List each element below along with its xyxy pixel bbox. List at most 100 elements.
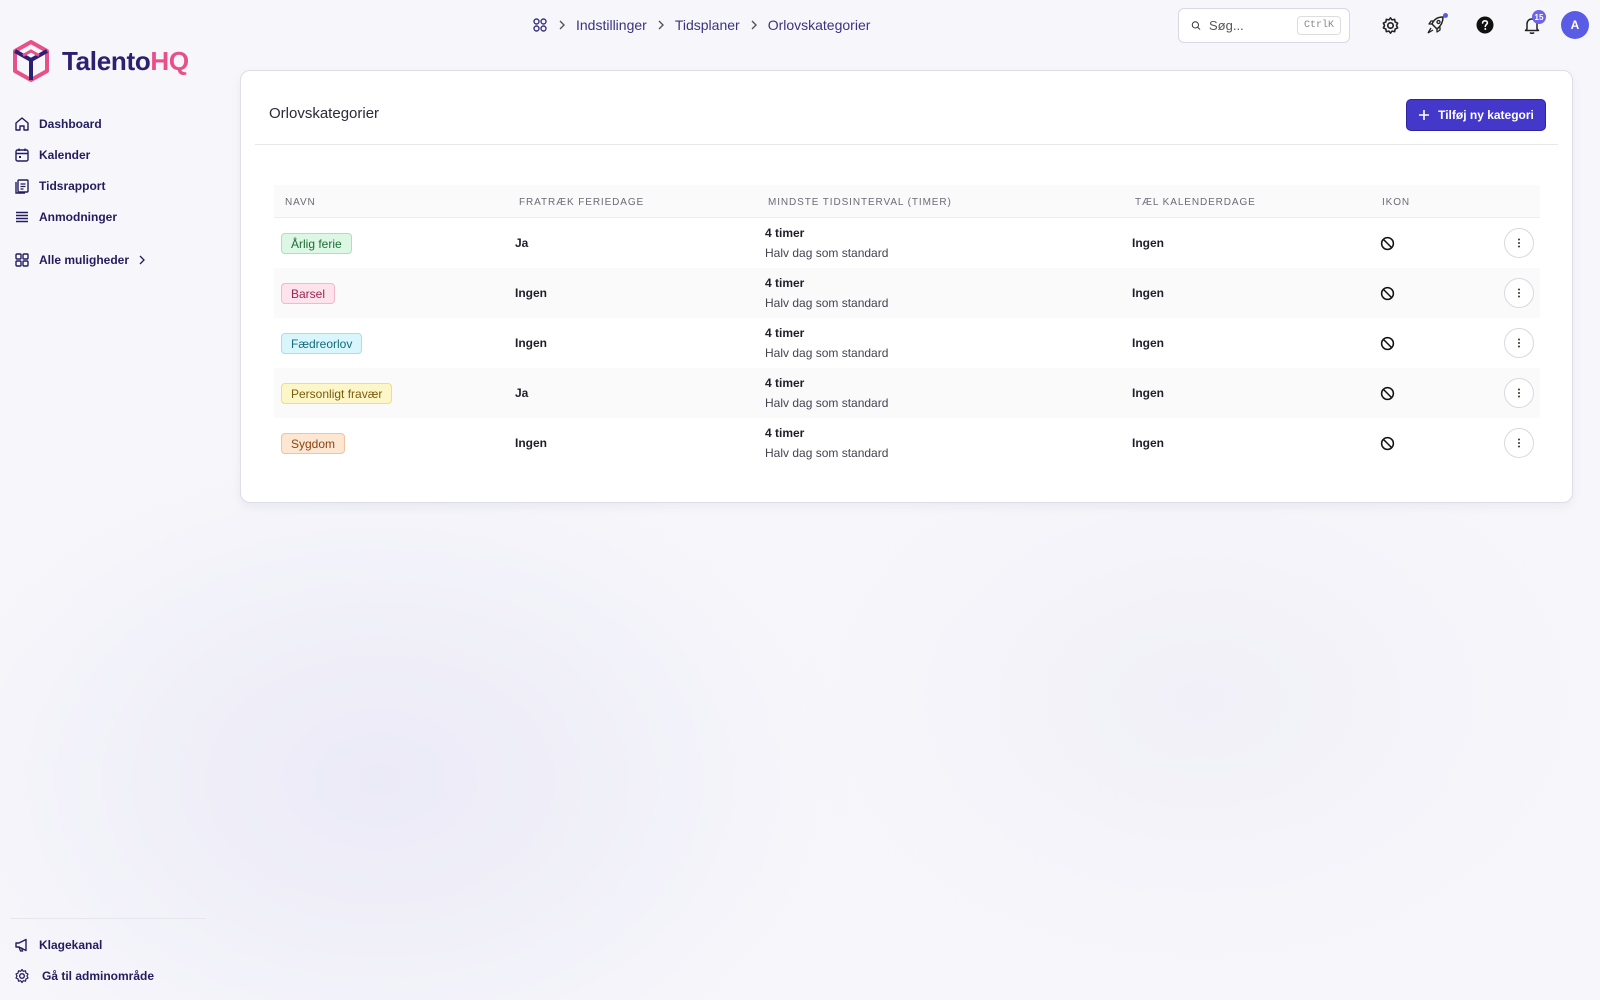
interval-note: Halv dag som standard xyxy=(765,246,889,260)
notification-count-badge: 15 xyxy=(1532,10,1546,24)
category-tag[interactable]: Fædreorlov xyxy=(281,333,363,354)
avatar[interactable]: A xyxy=(1561,11,1589,39)
settings-button[interactable] xyxy=(1378,13,1402,37)
sidebar-item-anmodninger[interactable]: Anmodninger xyxy=(14,201,214,232)
gear-icon xyxy=(15,968,29,983)
breadcrumb-item-current[interactable]: Orlovskategorier xyxy=(768,17,871,33)
category-tag[interactable]: Barsel xyxy=(281,283,336,304)
plus-icon xyxy=(1419,110,1430,120)
clipboard-icon xyxy=(15,178,29,194)
breadcrumb-item-indstillinger[interactable]: Indstillinger xyxy=(576,17,647,33)
logo[interactable]: TalentoHQ xyxy=(12,40,189,82)
category-tag[interactable]: Årlig ferie xyxy=(281,233,352,254)
row-actions-button[interactable] xyxy=(1504,378,1534,408)
search-input[interactable] xyxy=(1208,18,1289,33)
categories-card: Orlovskategorier Tilføj ny kategori NAVN… xyxy=(240,70,1573,503)
sidebar-item-dashboard[interactable]: Dashboard xyxy=(14,108,214,139)
sidebar-item-label: Alle muligheder xyxy=(39,252,130,267)
interval-note: Halv dag som standard xyxy=(765,296,889,310)
no-icon-icon xyxy=(1380,386,1395,401)
add-category-button[interactable]: Tilføj ny kategori xyxy=(1406,99,1546,131)
row-actions-button[interactable] xyxy=(1504,278,1534,308)
no-icon-icon xyxy=(1380,436,1395,451)
interval-note: Halv dag som standard xyxy=(765,346,889,360)
categories-table: NAVN FRATRÆK FERIEDAGE MINDSTE TIDSINTER… xyxy=(274,185,1540,468)
sidebar-item-label: Klagekanal xyxy=(39,937,103,952)
header-navn: NAVN xyxy=(285,197,316,208)
no-icon-icon xyxy=(1380,336,1395,351)
update-dot xyxy=(1443,13,1448,18)
sidebar-item-adminomraade[interactable]: Gå til adminområde xyxy=(14,960,214,991)
more-vertical-icon xyxy=(1518,338,1520,348)
home-icon xyxy=(15,116,29,131)
row-actions-button[interactable] xyxy=(1504,328,1534,358)
calendar-days-value: Ingen xyxy=(1132,436,1164,450)
category-tag[interactable]: Sygdom xyxy=(281,433,346,454)
sidebar: TalentoHQ Dashboard Kalender Tidsrapport… xyxy=(0,0,220,1000)
interval-note: Halv dag som standard xyxy=(765,396,889,410)
search-icon xyxy=(1191,21,1201,30)
rocket-icon xyxy=(1427,16,1444,34)
calendar-days-value: Ingen xyxy=(1132,236,1164,250)
table-row: Fædreorlov Ingen 4 timer Halv dag som st… xyxy=(274,318,1540,368)
calendar-days-value: Ingen xyxy=(1132,286,1164,300)
list-icon xyxy=(16,211,28,222)
sidebar-item-klagekanal[interactable]: Klagekanal xyxy=(14,929,214,960)
header-fratraek: FRATRÆK FERIEDAGE xyxy=(519,197,645,208)
page-title: Orlovskategorier xyxy=(269,105,380,122)
interval-value: 4 timer xyxy=(765,376,805,390)
logo-text: TalentoHQ xyxy=(62,45,189,76)
interval-value: 4 timer xyxy=(765,276,805,290)
more-vertical-icon xyxy=(1518,388,1520,398)
chevron-right-icon xyxy=(658,20,664,30)
more-vertical-icon xyxy=(1518,238,1520,248)
calendar-days-value: Ingen xyxy=(1132,386,1164,400)
deduct-value: Ingen xyxy=(515,286,547,300)
help-button[interactable] xyxy=(1473,13,1497,37)
sidebar-item-kalender[interactable]: Kalender xyxy=(14,139,214,170)
header-ikon: IKON xyxy=(1382,197,1411,208)
row-actions-button[interactable] xyxy=(1504,428,1534,458)
more-vertical-icon xyxy=(1518,438,1520,448)
table-body: Årlig ferie Ja 4 timer Halv dag som stan… xyxy=(274,218,1540,468)
calendar-icon xyxy=(15,148,29,162)
sidebar-item-label: Anmodninger xyxy=(39,209,117,224)
grid-icon xyxy=(15,252,29,267)
help-icon xyxy=(1476,16,1494,34)
logo-cube-icon xyxy=(13,40,49,82)
interval-value: 4 timer xyxy=(765,326,805,340)
header-interval: MINDSTE TIDSINTERVAL (TIMER) xyxy=(768,197,952,208)
sidebar-item-tidsrapport[interactable]: Tidsrapport xyxy=(14,170,214,201)
sidebar-item-label: Gå til adminområde xyxy=(42,968,155,983)
breadcrumb: Indstillinger Tidsplaner Orlovskategorie… xyxy=(532,14,870,36)
table-header: NAVN FRATRÆK FERIEDAGE MINDSTE TIDSINTER… xyxy=(274,185,1540,218)
table-row: Sygdom Ingen 4 timer Halv dag som standa… xyxy=(274,418,1540,468)
sidebar-bottom-nav: Klagekanal Gå til adminområde xyxy=(14,929,214,991)
deduct-value: Ja xyxy=(515,386,529,400)
no-icon-icon xyxy=(1380,286,1395,301)
apps-grid-icon[interactable] xyxy=(532,17,548,33)
chevron-right-icon xyxy=(751,20,757,30)
search-shortcut-badge: CtrlK xyxy=(1296,16,1341,35)
deduct-value: Ja xyxy=(515,236,529,250)
sidebar-item-label: Tidsrapport xyxy=(39,178,106,193)
table-row: Barsel Ingen 4 timer Halv dag som standa… xyxy=(274,268,1540,318)
category-tag[interactable]: Personligt fravær xyxy=(281,383,393,404)
add-category-label: Tilføj ny kategori xyxy=(1438,108,1534,122)
header-kalenderdage: TÆL KALENDERDAGE xyxy=(1135,197,1256,208)
sidebar-divider xyxy=(10,918,206,919)
breadcrumb-item-tidsplaner[interactable]: Tidsplaner xyxy=(675,17,740,33)
search-box[interactable]: CtrlK xyxy=(1178,8,1350,43)
whats-new-button[interactable] xyxy=(1424,13,1448,37)
sidebar-item-alle-muligheder[interactable]: Alle muligheder xyxy=(14,244,214,275)
table-row: Årlig ferie Ja 4 timer Halv dag som stan… xyxy=(274,218,1540,268)
sidebar-item-label: Dashboard xyxy=(39,116,102,131)
interval-note: Halv dag som standard xyxy=(765,446,889,460)
row-actions-button[interactable] xyxy=(1504,228,1534,258)
calendar-days-value: Ingen xyxy=(1132,336,1164,350)
chevron-right-icon xyxy=(559,20,565,30)
sidebar-nav: Dashboard Kalender Tidsrapport Anmodning… xyxy=(14,108,214,275)
more-vertical-icon xyxy=(1518,288,1520,298)
deduct-value: Ingen xyxy=(515,336,547,350)
